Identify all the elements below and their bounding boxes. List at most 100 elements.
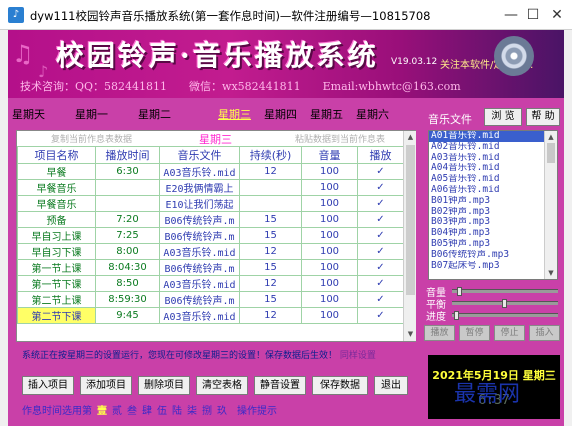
item-name-cell[interactable]: 早餐音乐 xyxy=(17,195,96,212)
play-time-cell[interactable]: 8:04:30 xyxy=(95,259,160,276)
music-file-cell[interactable]: E10让我们荡起 xyxy=(159,195,240,212)
scheme-option[interactable]: 肆 xyxy=(142,402,152,417)
item-name-cell[interactable]: 第一节下课 xyxy=(17,275,96,292)
same-settings-link[interactable]: 同样设置 xyxy=(340,351,376,361)
volume-slider[interactable] xyxy=(452,287,558,296)
duration-cell[interactable]: 12 xyxy=(239,275,302,292)
tab-monday[interactable]: 星期一 xyxy=(75,106,108,122)
play-check-cell[interactable]: ✓ xyxy=(357,163,404,180)
tab-tuesday[interactable]: 星期二 xyxy=(138,106,171,122)
item-name-cell[interactable]: 早餐音乐 xyxy=(17,179,96,196)
volume-cell[interactable]: 100 xyxy=(301,275,358,292)
close-icon[interactable]: ✕ xyxy=(546,4,568,26)
music-file-cell[interactable]: E20我俩情霸上 xyxy=(159,179,240,196)
music-file-item[interactable]: A06音乐铃.mid xyxy=(429,185,545,196)
duration-cell[interactable]: 15 xyxy=(239,227,302,244)
music-file-item[interactable]: B01钟声.mp3 xyxy=(429,196,545,207)
play-check-cell[interactable]: ✓ xyxy=(357,291,404,308)
scheme-option[interactable]: 捌 xyxy=(202,402,212,417)
scheme-option[interactable]: 叁 xyxy=(127,402,137,417)
save-data-button[interactable]: 保存数据 xyxy=(312,376,368,395)
play-time-cell[interactable]: 8:50 xyxy=(95,275,160,292)
play-time-cell[interactable]: 7:25 xyxy=(95,227,160,244)
insert-item-button[interactable]: 插入项目 xyxy=(22,376,74,395)
progress-slider[interactable] xyxy=(452,311,558,320)
play-time-cell[interactable]: 6:30 xyxy=(95,163,160,180)
play-check-cell[interactable]: ✓ xyxy=(357,211,404,228)
table-row[interactable]: 早餐 6:30 A03音乐铃.mid 12 100 ✓ xyxy=(17,163,404,180)
item-name-cell[interactable]: 早自习上课 xyxy=(17,227,96,244)
pause-button[interactable]: 暂停 xyxy=(459,325,490,341)
play-check-cell[interactable]: ✓ xyxy=(357,275,404,292)
scroll-thumb[interactable] xyxy=(547,143,555,163)
duration-cell[interactable] xyxy=(239,179,302,196)
scroll-thumb[interactable] xyxy=(406,145,415,295)
music-file-item[interactable]: B04钟声.mp3 xyxy=(429,228,545,239)
table-row[interactable]: 第二节下课 9:45 A03音乐铃.mid 12 100 ✓ xyxy=(17,307,404,324)
volume-cell[interactable]: 100 xyxy=(301,211,358,228)
table-row[interactable]: 预备 7:20 B06传统铃声.m 15 100 ✓ xyxy=(17,211,404,228)
play-check-cell[interactable]: ✓ xyxy=(357,307,404,324)
duration-cell[interactable]: 15 xyxy=(239,259,302,276)
volume-cell[interactable]: 100 xyxy=(301,227,358,244)
browse-button[interactable]: 浏 览 xyxy=(484,108,522,126)
duration-cell[interactable]: 12 xyxy=(239,307,302,324)
music-file-item[interactable]: A02音乐铃.mid xyxy=(429,142,545,153)
scroll-up-icon[interactable]: ▲ xyxy=(404,131,417,144)
clear-table-button[interactable]: 清空表格 xyxy=(196,376,248,395)
play-check-cell[interactable]: ✓ xyxy=(357,227,404,244)
volume-cell[interactable]: 100 xyxy=(301,259,358,276)
music-file-item[interactable]: A05音乐铃.mid xyxy=(429,174,545,185)
item-name-cell[interactable]: 早自习下课 xyxy=(17,243,96,260)
music-file-item[interactable]: B02钟声.mp3 xyxy=(429,207,545,218)
volume-cell[interactable]: 100 xyxy=(301,163,358,180)
scheme-option[interactable]: 贰 xyxy=(112,402,122,417)
add-item-button[interactable]: 添加项目 xyxy=(80,376,132,395)
item-name-cell[interactable]: 第一节上课 xyxy=(17,259,96,276)
music-file-cell[interactable]: B06传统铃声.m xyxy=(159,211,240,228)
scheme-option[interactable]: 壹 xyxy=(97,402,107,417)
play-button[interactable]: 播放 xyxy=(424,325,455,341)
table-row[interactable]: 早餐音乐 E20我俩情霸上 100 ✓ xyxy=(17,179,404,196)
duration-cell[interactable]: 15 xyxy=(239,211,302,228)
tab-sunday[interactable]: 星期天 xyxy=(12,106,45,122)
table-row[interactable]: 第一节下课 8:50 A03音乐铃.mid 12 100 ✓ xyxy=(17,275,404,292)
tab-friday[interactable]: 星期五 xyxy=(310,106,343,122)
music-file-cell[interactable]: A03音乐铃.mid xyxy=(159,243,240,260)
table-row[interactable]: 早自习下课 8:00 A03音乐铃.mid 12 100 ✓ xyxy=(17,243,404,260)
tab-saturday[interactable]: 星期六 xyxy=(356,106,389,122)
music-file-item[interactable]: B07起床号.mp3 xyxy=(429,261,545,272)
tab-wednesday[interactable]: 星期三 xyxy=(218,106,251,122)
music-file-cell[interactable]: A03音乐铃.mid xyxy=(159,275,240,292)
item-name-cell[interactable]: 早餐 xyxy=(17,163,96,180)
help-button[interactable]: 帮 助 xyxy=(526,108,560,126)
scheme-option[interactable]: 玖 xyxy=(217,402,227,417)
music-file-item[interactable]: A03音乐铃.mid xyxy=(429,153,545,164)
play-time-cell[interactable]: 7:20 xyxy=(95,211,160,228)
balance-slider-thumb[interactable] xyxy=(502,299,507,308)
music-file-item[interactable]: A01音乐铃.mid xyxy=(429,131,545,142)
scroll-down-icon[interactable]: ▼ xyxy=(545,267,557,279)
table-row[interactable]: 第一节上课 8:04:30 B06传统铃声.m 15 100 ✓ xyxy=(17,259,404,276)
exit-button[interactable]: 退出 xyxy=(374,376,408,395)
music-file-item[interactable]: B03钟声.mp3 xyxy=(429,217,545,228)
play-check-cell[interactable]: ✓ xyxy=(357,259,404,276)
duration-cell[interactable]: 15 xyxy=(239,291,302,308)
music-file-item[interactable]: B06传统铃声.mp3 xyxy=(429,250,545,261)
file-list-scrollbar[interactable]: ▲ ▼ xyxy=(544,131,557,279)
volume-slider-thumb[interactable] xyxy=(457,287,462,296)
table-row[interactable]: 早自习上课 7:25 B06传统铃声.m 15 100 ✓ xyxy=(17,227,404,244)
music-file-cell[interactable]: A03音乐铃.mid xyxy=(159,307,240,324)
play-check-cell[interactable]: ✓ xyxy=(357,243,404,260)
volume-cell[interactable]: 100 xyxy=(301,243,358,260)
music-file-cell[interactable]: A03音乐铃.mid xyxy=(159,163,240,180)
play-check-cell[interactable]: ✓ xyxy=(357,195,404,212)
play-check-cell[interactable]: ✓ xyxy=(357,179,404,196)
play-time-cell[interactable]: 8:00 xyxy=(95,243,160,260)
duration-cell[interactable]: 12 xyxy=(239,243,302,260)
copy-schedule-link[interactable]: 复制当前作息表数据 xyxy=(51,132,132,145)
music-file-cell[interactable]: B06传统铃声.m xyxy=(159,291,240,308)
volume-cell[interactable]: 100 xyxy=(301,307,358,324)
scroll-up-icon[interactable]: ▲ xyxy=(545,131,557,143)
item-name-cell[interactable]: 预备 xyxy=(17,211,96,228)
